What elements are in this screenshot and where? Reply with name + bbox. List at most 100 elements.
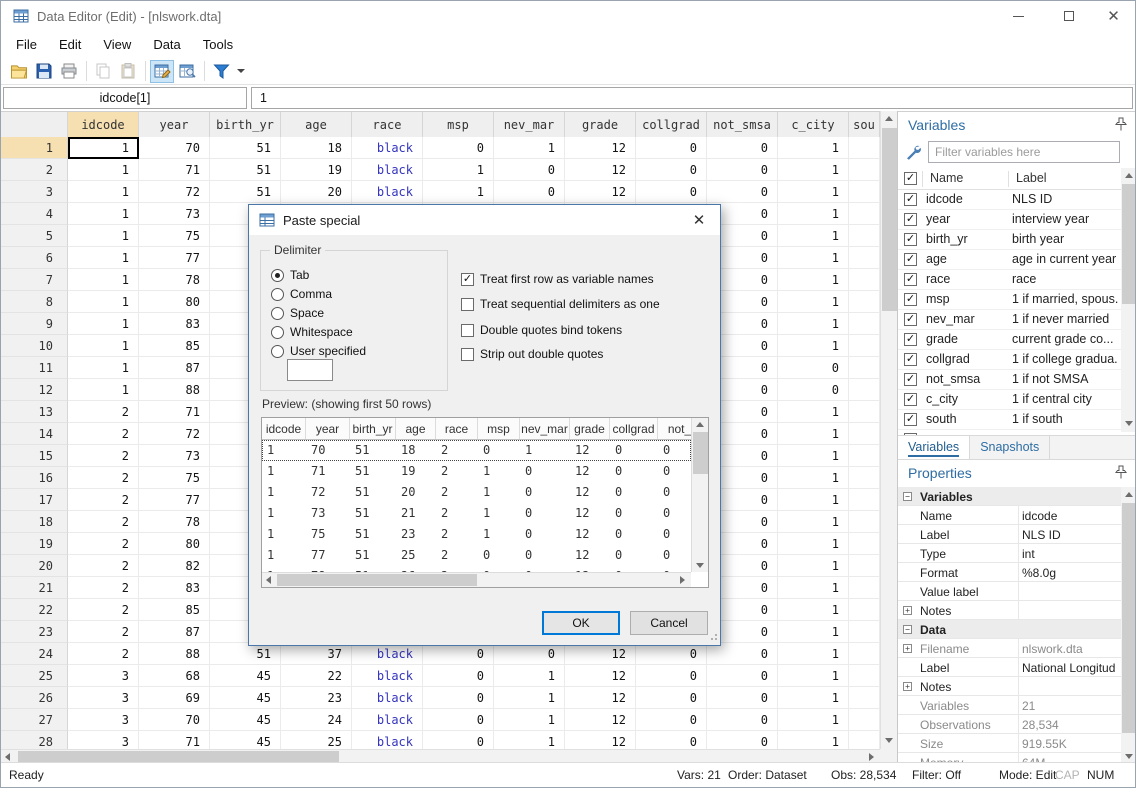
row-number[interactable]: 19 — [1, 533, 68, 555]
grid-cell[interactable]: 1 — [778, 489, 849, 511]
expander-icon[interactable]: + — [903, 606, 912, 615]
row-number[interactable]: 1 — [1, 137, 68, 159]
variables-scrollbar[interactable] — [1121, 168, 1136, 432]
variable-item-idcode[interactable]: ✓idcodeNLS ID — [898, 190, 1121, 210]
grid-cell[interactable]: 0 — [423, 643, 494, 665]
grid-cell[interactable]: 0 — [423, 137, 494, 159]
scroll-down-icon[interactable] — [885, 738, 893, 743]
scroll-up-icon[interactable] — [1125, 173, 1133, 178]
row-number[interactable]: 26 — [1, 687, 68, 709]
grid-cell[interactable]: 70 — [139, 137, 210, 159]
variable-item-collgrad[interactable]: ✓collgrad1 if college gradua... — [898, 350, 1121, 370]
grid-cell[interactable] — [849, 621, 880, 643]
grid-cell[interactable]: 1 — [68, 203, 139, 225]
scrollbar-thumb[interactable] — [1122, 184, 1136, 304]
row-number[interactable]: 12 — [1, 379, 68, 401]
grid-cell[interactable]: 1 — [778, 555, 849, 577]
row-number[interactable]: 14 — [1, 423, 68, 445]
grid-cell[interactable]: 1 — [494, 709, 565, 731]
grid-cell[interactable]: 77 — [139, 247, 210, 269]
grid-cell[interactable] — [849, 159, 880, 181]
grid-cell[interactable]: 1 — [68, 379, 139, 401]
grid-cell[interactable]: 12 — [565, 137, 636, 159]
grid-cell[interactable]: 2 — [68, 599, 139, 621]
checkbox-icon[interactable] — [461, 348, 474, 361]
grid-cell[interactable]: 12 — [565, 709, 636, 731]
checkbox-2[interactable]: Double quotes bind tokens — [461, 322, 622, 338]
grid-cell[interactable] — [849, 269, 880, 291]
grid-cell[interactable]: 1 — [778, 247, 849, 269]
grid-cell[interactable]: 1 — [778, 159, 849, 181]
variable-checkbox[interactable]: ✓ — [904, 293, 917, 306]
grid-cell[interactable]: 51 — [210, 137, 281, 159]
grid-cell[interactable]: 0 — [423, 731, 494, 749]
grid-cell[interactable]: 12 — [565, 643, 636, 665]
checkbox-1[interactable]: Treat sequential delimiters as one — [461, 296, 660, 312]
grid-cell[interactable]: 1 — [778, 643, 849, 665]
grid-cell[interactable]: 80 — [139, 533, 210, 555]
grid-cell[interactable] — [849, 203, 880, 225]
scrollbar-thumb[interactable] — [1122, 503, 1136, 733]
grid-cell[interactable]: 0 — [707, 709, 778, 731]
grid-cell[interactable] — [849, 599, 880, 621]
menu-view[interactable]: View — [92, 33, 142, 56]
grid-cell[interactable]: 68 — [139, 665, 210, 687]
radio-icon[interactable] — [271, 326, 284, 339]
grid-cell[interactable]: 87 — [139, 357, 210, 379]
grid-cell[interactable]: 0 — [707, 687, 778, 709]
grid-cell[interactable] — [849, 181, 880, 203]
grid-cell[interactable]: 70 — [139, 709, 210, 731]
property-row[interactable]: +Notes — [898, 601, 1121, 620]
row-number[interactable]: 22 — [1, 599, 68, 621]
grid-cell[interactable]: 1 — [68, 357, 139, 379]
filter-variables-input[interactable] — [928, 141, 1120, 163]
column-header-collgrad[interactable]: collgrad — [636, 112, 707, 137]
variable-checkbox[interactable]: ✓ — [904, 193, 917, 206]
property-row[interactable]: −Variables — [898, 487, 1121, 506]
filter-button[interactable] — [209, 60, 233, 83]
grid-cell[interactable]: 88 — [139, 379, 210, 401]
grid-cell[interactable]: 0 — [707, 137, 778, 159]
property-row[interactable]: Nameidcode — [898, 506, 1121, 525]
preview-row[interactable]: 17751252001200 — [262, 545, 691, 566]
menu-file[interactable]: File — [5, 33, 48, 56]
grid-cell[interactable] — [849, 379, 880, 401]
grid-cell[interactable]: 1 — [68, 269, 139, 291]
grid-cell[interactable]: 1 — [778, 599, 849, 621]
grid-cell[interactable]: 51 — [210, 159, 281, 181]
grid-cell[interactable]: 0 — [707, 643, 778, 665]
cell-name-box[interactable]: idcode[1] — [3, 87, 247, 109]
variable-item-c_city[interactable]: ✓c_city1 if central city — [898, 390, 1121, 410]
property-row[interactable]: Typeint — [898, 544, 1121, 563]
grid-cell[interactable] — [849, 401, 880, 423]
grid-cell[interactable]: 2 — [68, 423, 139, 445]
property-value[interactable]: idcode — [1022, 509, 1121, 523]
filter-dropdown-caret[interactable] — [237, 69, 245, 73]
grid-cell[interactable]: 71 — [139, 401, 210, 423]
grid-cell[interactable]: 73 — [139, 203, 210, 225]
property-row[interactable]: Size919.55K — [898, 734, 1121, 753]
grid-cell[interactable]: 1 — [778, 181, 849, 203]
grid-cell[interactable]: black — [352, 687, 423, 709]
grid-cell[interactable] — [849, 335, 880, 357]
menu-tools[interactable]: Tools — [192, 33, 244, 56]
grid-cell[interactable]: 2 — [68, 489, 139, 511]
scroll-up-icon[interactable] — [1125, 492, 1133, 497]
grid-cell[interactable]: black — [352, 643, 423, 665]
radio-icon[interactable] — [271, 345, 284, 358]
column-header-race[interactable]: race — [352, 112, 423, 137]
radio-icon[interactable] — [271, 269, 284, 282]
grid-cell[interactable]: 18 — [281, 137, 352, 159]
row-number[interactable]: 23 — [1, 621, 68, 643]
row-number[interactable]: 8 — [1, 291, 68, 313]
variable-checkbox[interactable]: ✓ — [904, 333, 917, 346]
grid-cell[interactable] — [849, 423, 880, 445]
grid-cell[interactable]: 0 — [423, 687, 494, 709]
grid-cell[interactable] — [849, 489, 880, 511]
radio-user-specified[interactable]: User specified — [271, 343, 366, 359]
checkbox-icon[interactable] — [461, 324, 474, 337]
row-number[interactable]: 4 — [1, 203, 68, 225]
grid-cell[interactable]: 83 — [139, 313, 210, 335]
minimize-button[interactable] — [996, 1, 1041, 31]
radio-space[interactable]: Space — [271, 305, 324, 321]
